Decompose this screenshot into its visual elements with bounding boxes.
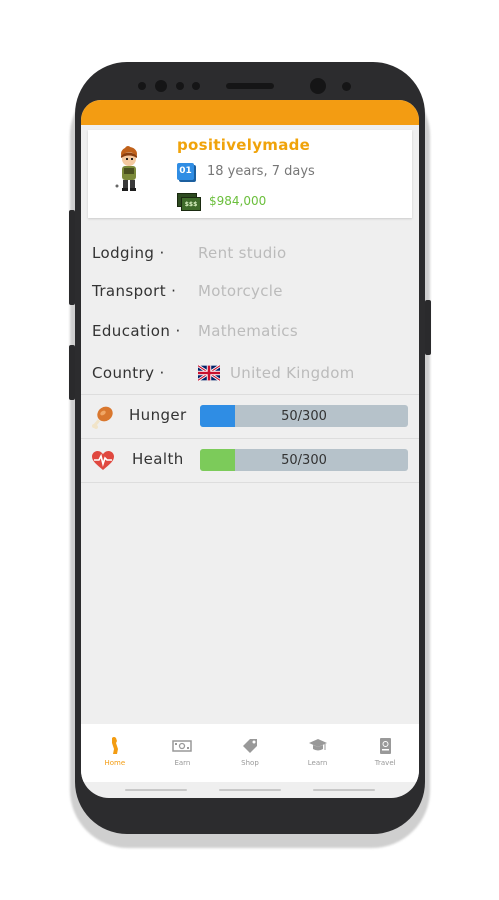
progress-bar-text: 50/300 xyxy=(281,452,327,468)
earpiece-speaker xyxy=(226,83,274,89)
nav-label: Travel xyxy=(374,759,396,767)
nav-item-earn[interactable]: Earn xyxy=(149,724,217,782)
home-person-icon xyxy=(111,737,118,754)
nav-item-shop[interactable]: Shop xyxy=(216,724,284,782)
info-label: Transport · xyxy=(92,282,177,300)
age-text: 18 years, 7 days xyxy=(207,163,315,179)
calendar-badge: 01 xyxy=(179,166,192,176)
info-label: Country · xyxy=(92,364,165,382)
stat-row-health: Health 50/300 xyxy=(81,438,419,483)
info-row-country[interactable]: Country · United Kingdom xyxy=(92,361,355,385)
nav-label: Learn xyxy=(307,759,328,767)
nav-item-home[interactable]: Home xyxy=(81,724,149,782)
status-bar xyxy=(81,100,419,125)
sensor-dot xyxy=(155,80,167,92)
progress-bar: 50/300 xyxy=(200,405,408,427)
stat-row-hunger: Hunger 50/300 xyxy=(81,394,419,438)
sensor-dot xyxy=(176,82,184,90)
progress-bar: 50/300 xyxy=(200,449,408,471)
calendar-icon: 01 xyxy=(177,162,194,180)
sensor-dot xyxy=(192,82,200,90)
nav-item-travel[interactable]: Travel xyxy=(351,724,419,782)
nav-label: Shop xyxy=(241,759,259,767)
uk-flag-icon xyxy=(198,365,220,381)
bixby-button xyxy=(69,345,75,400)
stat-label: Hunger xyxy=(129,406,187,424)
system-nav-indicator xyxy=(219,789,281,791)
drumstick-icon xyxy=(92,406,113,429)
system-nav-indicator xyxy=(313,789,375,791)
cash-icon-label: $$$ xyxy=(184,200,198,208)
info-label: Lodging · xyxy=(92,244,165,262)
info-value: Rent studio xyxy=(198,244,287,262)
money-text: $984,000 xyxy=(209,194,267,208)
nav-label: Home xyxy=(104,759,126,767)
username: positivelymade xyxy=(177,136,311,154)
app-screen: positivelymade 01 18 years, 7 days $$$ $… xyxy=(81,100,419,798)
cash-icon: $$$ xyxy=(177,193,201,211)
system-nav-indicator xyxy=(125,789,187,791)
nav-label: Earn xyxy=(174,759,191,767)
proximity-sensor xyxy=(138,82,146,90)
money-row: $$$ $984,000 xyxy=(177,190,266,212)
front-camera xyxy=(310,78,326,94)
passport-icon xyxy=(380,738,392,754)
graduation-cap-icon xyxy=(308,739,327,751)
stat-label: Health xyxy=(132,450,184,468)
profile-card[interactable]: positivelymade 01 18 years, 7 days $$$ $… xyxy=(88,130,412,218)
progress-bar-text: 50/300 xyxy=(281,408,327,424)
info-value: Motorcycle xyxy=(198,282,283,300)
info-row-transport[interactable]: Transport · Motorcycle xyxy=(92,279,283,303)
power-button xyxy=(425,300,431,355)
avatar[interactable] xyxy=(115,146,143,192)
info-value: United Kingdom xyxy=(230,364,355,382)
cash-icon xyxy=(172,740,193,752)
age-row: 01 18 years, 7 days xyxy=(177,160,315,182)
info-value: Mathematics xyxy=(198,322,298,340)
nav-item-learn[interactable]: Learn xyxy=(284,724,352,782)
info-row-lodging[interactable]: Lodging · Rent studio xyxy=(92,241,287,265)
info-label: Education · xyxy=(92,322,181,340)
iris-sensor xyxy=(342,82,351,91)
tag-icon xyxy=(242,739,257,753)
volume-button xyxy=(69,210,75,305)
info-row-education[interactable]: Education · Mathematics xyxy=(92,319,298,343)
bottom-nav: Home Earn Shop Learn Travel xyxy=(81,724,419,782)
heart-pulse-icon xyxy=(92,451,114,470)
